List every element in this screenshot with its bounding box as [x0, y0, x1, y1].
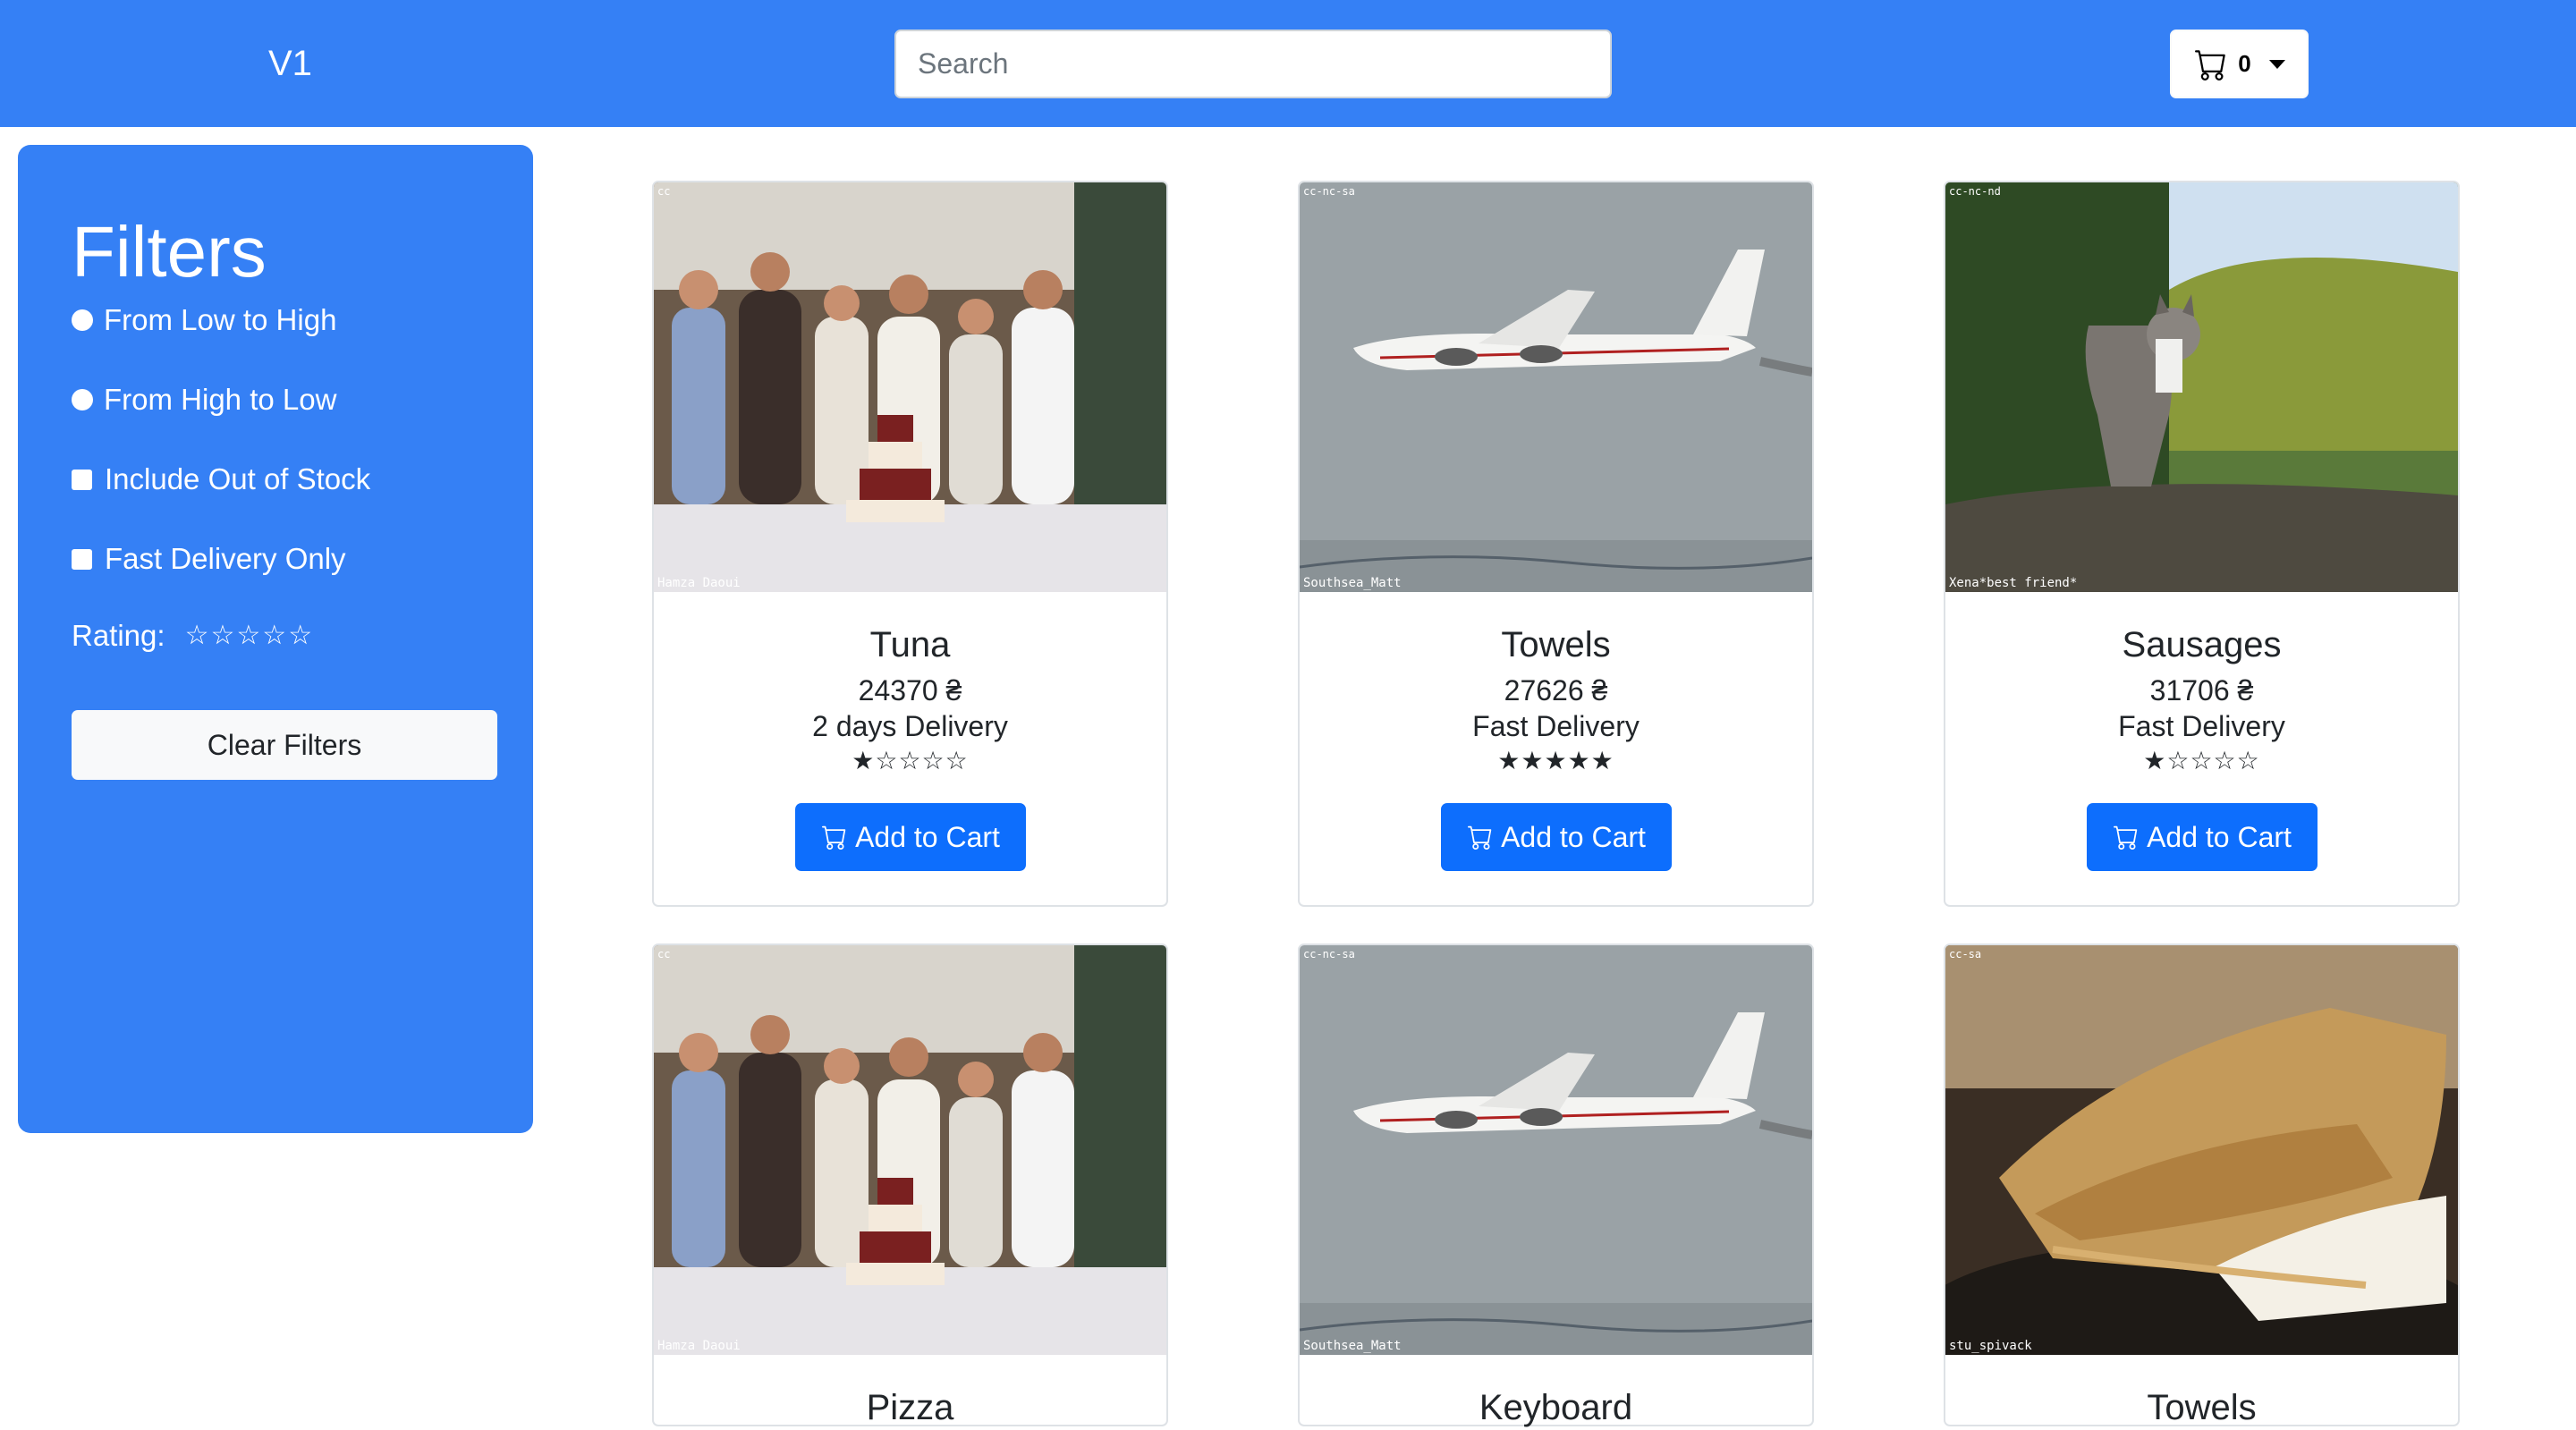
include-out-of-stock-option[interactable]: Include Out of Stock	[72, 461, 370, 497]
product-image: cc-nc-nd Xena*best friend*	[1945, 182, 2458, 592]
product-card: cc-nc-sa Southsea_Matt Keyboard	[1298, 943, 1814, 1427]
filters-title: Filters	[72, 212, 267, 292]
product-image: cc-nc-sa Southsea_Matt	[1300, 182, 1812, 592]
brand-logo[interactable]: V1	[268, 41, 312, 86]
product-name: Pizza	[866, 1388, 954, 1427]
product-rating: ★★★★★	[1497, 747, 1614, 774]
checkbox-fast-delivery[interactable]	[72, 548, 92, 570]
sort-high-to-low-option[interactable]: From High to Low	[72, 382, 336, 418]
product-delivery: 2 days Delivery	[812, 710, 1008, 742]
star-3-icon[interactable]: ☆	[236, 622, 260, 649]
image-credit: Southsea_Matt	[1303, 576, 1402, 590]
product-image: cc-nc-sa Southsea_Matt	[1300, 945, 1812, 1355]
add-to-cart-button[interactable]: Add to Cart	[1441, 803, 1672, 871]
image-credit: stu_spivack	[1949, 1339, 2032, 1353]
image-credit: Hamza Daoui	[657, 576, 741, 590]
clear-filters-button[interactable]: Clear Filters	[72, 710, 497, 780]
cart-icon	[822, 825, 846, 850]
product-name: Keyboard	[1479, 1388, 1633, 1427]
product-price: 27626 ₴	[1504, 674, 1608, 707]
image-credit: Hamza Daoui	[657, 1339, 741, 1353]
sort-low-to-high-option[interactable]: From Low to High	[72, 302, 336, 338]
product-name: Tuna	[869, 625, 951, 664]
product-image: cc Hamza Daoui	[654, 945, 1166, 1355]
product-rating: ★☆☆☆☆	[852, 747, 969, 774]
image-license-tag: cc-nc-nd	[1949, 185, 2001, 198]
rating-label: Rating:	[72, 619, 165, 652]
product-price: 24370 ₴	[858, 674, 962, 707]
star-4-icon[interactable]: ☆	[262, 622, 286, 649]
add-to-cart-button[interactable]: Add to Cart	[795, 803, 1026, 871]
cart-dropdown-button[interactable]: 0	[2170, 30, 2309, 98]
checkbox-out-of-stock[interactable]	[72, 469, 92, 490]
top-navbar: V1 0	[0, 0, 2576, 127]
add-to-cart-button[interactable]: Add to Cart	[2087, 803, 2318, 871]
image-credit: Southsea_Matt	[1303, 1339, 1402, 1353]
option-label: Fast Delivery Only	[105, 542, 346, 575]
product-name: Sausages	[2122, 625, 2282, 664]
star-2-icon[interactable]: ☆	[210, 622, 234, 649]
option-label: Include Out of Stock	[105, 462, 371, 495]
cart-icon	[2195, 49, 2226, 80]
product-card: cc-nc-nd Xena*best friend* Sausages 3170…	[1944, 181, 2460, 907]
cart-icon	[2114, 825, 2138, 850]
product-card: cc Hamza Daoui Tuna 24370 ₴ 2 days Deliv…	[652, 181, 1168, 907]
star-1-icon[interactable]: ☆	[185, 622, 209, 649]
image-license-tag: cc-nc-sa	[1303, 185, 1355, 198]
cart-count: 0	[2238, 50, 2251, 77]
product-card: cc-sa stu_spivack Towels	[1944, 943, 2460, 1427]
radio-low-to-high[interactable]	[72, 309, 93, 331]
product-card: cc Hamza Daoui Pizza	[652, 943, 1168, 1427]
product-image: cc Hamza Daoui	[654, 182, 1166, 592]
fast-delivery-only-option[interactable]: Fast Delivery Only	[72, 541, 346, 577]
product-price: 31706 ₴	[2149, 674, 2254, 707]
star-5-icon[interactable]: ☆	[288, 622, 312, 649]
image-license-tag: cc-nc-sa	[1303, 948, 1355, 960]
image-license-tag: cc	[657, 185, 670, 198]
product-name: Towels	[2147, 1388, 2257, 1427]
add-to-cart-label: Add to Cart	[2147, 820, 2292, 853]
filters-panel: Filters From Low to High From High to Lo…	[18, 145, 533, 1133]
product-card: cc-nc-sa Southsea_Matt Towels 27626 ₴ Fa…	[1298, 181, 1814, 907]
radio-high-to-low[interactable]	[72, 389, 93, 410]
image-license-tag: cc-sa	[1949, 948, 1981, 960]
product-name: Towels	[1501, 625, 1611, 664]
option-label: From Low to High	[104, 303, 337, 336]
add-to-cart-label: Add to Cart	[855, 820, 1000, 853]
option-label: From High to Low	[104, 383, 337, 416]
product-image: cc-sa stu_spivack	[1945, 945, 2458, 1355]
product-rating: ★☆☆☆☆	[2143, 747, 2260, 774]
image-credit: Xena*best friend*	[1949, 576, 2077, 590]
search-input[interactable]	[894, 30, 1612, 98]
cart-icon	[1468, 825, 1492, 850]
product-delivery: Fast Delivery	[1472, 710, 1640, 742]
image-license-tag: cc	[657, 948, 670, 960]
add-to-cart-label: Add to Cart	[1501, 820, 1646, 853]
chevron-down-icon	[2268, 59, 2285, 69]
rating-filter: Rating: ☆ ☆ ☆ ☆ ☆	[72, 619, 314, 653]
product-delivery: Fast Delivery	[2118, 710, 2285, 742]
